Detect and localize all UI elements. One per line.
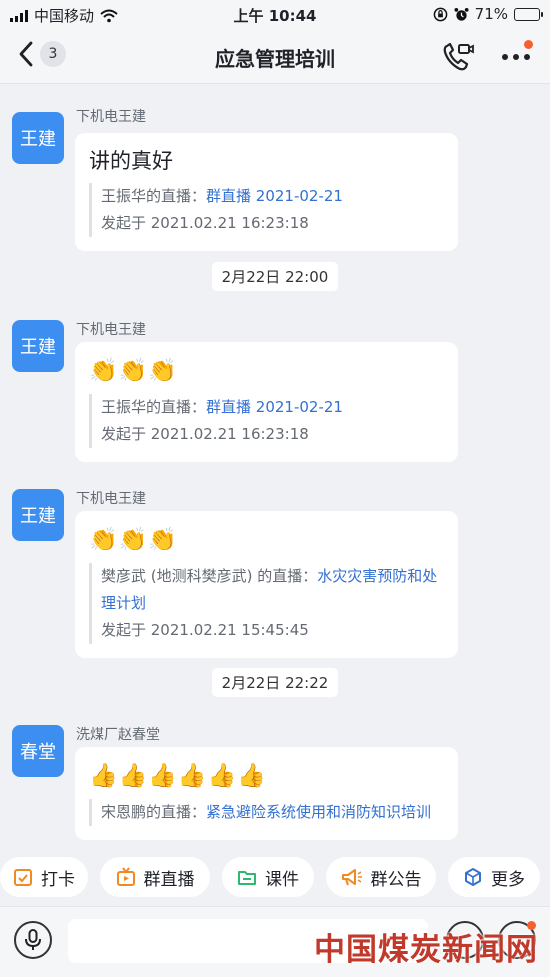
microphone-icon <box>25 929 41 950</box>
announcement-label: 群公告 <box>370 869 422 890</box>
voice-button[interactable] <box>14 921 52 959</box>
orientation-lock-icon <box>433 7 447 21</box>
emoji-content: 👍👍👍👍👍👍 <box>89 763 267 789</box>
quote-prefix: 王振华的直播： <box>101 398 207 416</box>
sender-name: 下机电王建 <box>76 109 146 125</box>
more-button[interactable] <box>500 40 533 76</box>
check-calendar-icon <box>14 869 32 886</box>
group-live-label: 群直播 <box>143 869 195 890</box>
quick-toolbar: 打卡 群直播 课件 群公告 更多 <box>0 852 550 902</box>
message-bubble[interactable]: 👍👍👍👍👍👍 宋恩鹏的直播：紧急避险系统使用和消防知识培训 <box>75 747 458 840</box>
battery-icon <box>514 7 543 21</box>
time-divider-label: 2月22日 22:00 <box>211 262 339 291</box>
time-divider: 2月22日 22:22 <box>0 668 550 697</box>
message-bubble[interactable]: 讲的真好 王振华的直播：群直播 2021-02-21 发起于 2021.02.2… <box>75 133 458 251</box>
courseware-label: 课件 <box>265 869 299 890</box>
folder-icon <box>238 871 256 885</box>
checkin-button[interactable]: 打卡 <box>0 857 88 897</box>
group-live-button[interactable]: 群直播 <box>100 857 210 897</box>
message-bubble[interactable]: 👏👏👏 樊彦武 (地测科樊彦武) 的直播：水灾灾害预防和处理计划 发起于 202… <box>75 511 458 658</box>
watermark: 中国煤炭新闻网 <box>314 932 538 968</box>
live-quote: 王振华的直播：群直播 2021-02-21 发起于 2021.02.21 16:… <box>89 394 444 448</box>
announcement-button[interactable]: 群公告 <box>326 857 436 897</box>
video-call-button[interactable] <box>442 42 474 76</box>
video-call-icon <box>443 42 474 71</box>
sender-name: 下机电王建 <box>76 322 146 338</box>
emoji-content: 👏👏👏 <box>89 527 178 553</box>
more-tools-button[interactable]: 更多 <box>448 857 540 897</box>
live-quote: 王振华的直播：群直播 2021-02-21 发起于 2021.02.21 16:… <box>89 183 444 237</box>
quote-line: 宋恩鹏的直播：紧急避险系统使用和消防知识培训 <box>101 799 444 826</box>
status-bar: 中国移动 上午 10:44 71% <box>0 0 550 30</box>
nav-bar: 3 应急管理培训 <box>0 30 550 84</box>
live-quote: 樊彦武 (地测科樊彦武) 的直播：水灾灾害预防和处理计划 发起于 2021.02… <box>89 563 444 644</box>
quote-started: 发起于 2021.02.21 16:23:18 <box>101 214 309 232</box>
message-bubble[interactable]: 👏👏👏 王振华的直播：群直播 2021-02-21 发起于 2021.02.21… <box>75 342 458 462</box>
checkin-label: 打卡 <box>41 869 75 890</box>
sender-name: 洗煤厂赵春堂 <box>76 727 160 743</box>
quote-prefix: 宋恩鹏的直播： <box>101 803 207 821</box>
courseware-button[interactable]: 课件 <box>222 857 314 897</box>
quote-started: 发起于 2021.02.21 15:45:45 <box>101 621 309 639</box>
message-text: 讲的真好 <box>89 149 173 173</box>
notification-dot <box>524 40 533 49</box>
time-divider: 2月22日 22:00 <box>0 262 550 291</box>
live-link[interactable]: 群直播 2021-02-21 <box>206 187 343 205</box>
sender-name: 下机电王建 <box>76 491 146 507</box>
emoji-content: 👏👏👏 <box>89 358 178 384</box>
battery-percent: 71% <box>474 5 508 23</box>
live-quote: 宋恩鹏的直播：紧急避险系统使用和消防知识培训 <box>89 799 444 826</box>
cube-icon <box>465 868 481 886</box>
megaphone-icon <box>341 869 362 886</box>
chat-list[interactable]: 王建 下机电王建 讲的真好 王振华的直播：群直播 2021-02-21 发起于 … <box>0 84 550 850</box>
quote-line: 樊彦武 (地测科樊彦武) 的直播：水灾灾害预防和处理计划 <box>101 563 444 617</box>
avatar[interactable]: 王建 <box>12 112 64 164</box>
alarm-icon <box>454 7 469 21</box>
avatar[interactable]: 王建 <box>12 489 64 541</box>
avatar[interactable]: 王建 <box>12 320 64 372</box>
live-tv-icon <box>116 867 135 886</box>
live-link[interactable]: 紧急避险系统使用和消防知识培训 <box>206 803 431 821</box>
quote-line: 王振华的直播：群直播 2021-02-21 <box>101 394 444 421</box>
more-tools-label: 更多 <box>491 869 525 890</box>
quote-prefix: 樊彦武 (地测科樊彦武) 的直播： <box>101 567 318 585</box>
time-divider-label: 2月22日 22:22 <box>211 668 339 697</box>
quote-prefix: 王振华的直播： <box>101 187 207 205</box>
live-link[interactable]: 群直播 2021-02-21 <box>206 398 343 416</box>
quote-line: 王振华的直播：群直播 2021-02-21 <box>101 183 444 210</box>
status-right: 71% <box>433 5 543 23</box>
quote-started: 发起于 2021.02.21 16:23:18 <box>101 425 309 443</box>
avatar[interactable]: 春堂 <box>12 725 64 777</box>
